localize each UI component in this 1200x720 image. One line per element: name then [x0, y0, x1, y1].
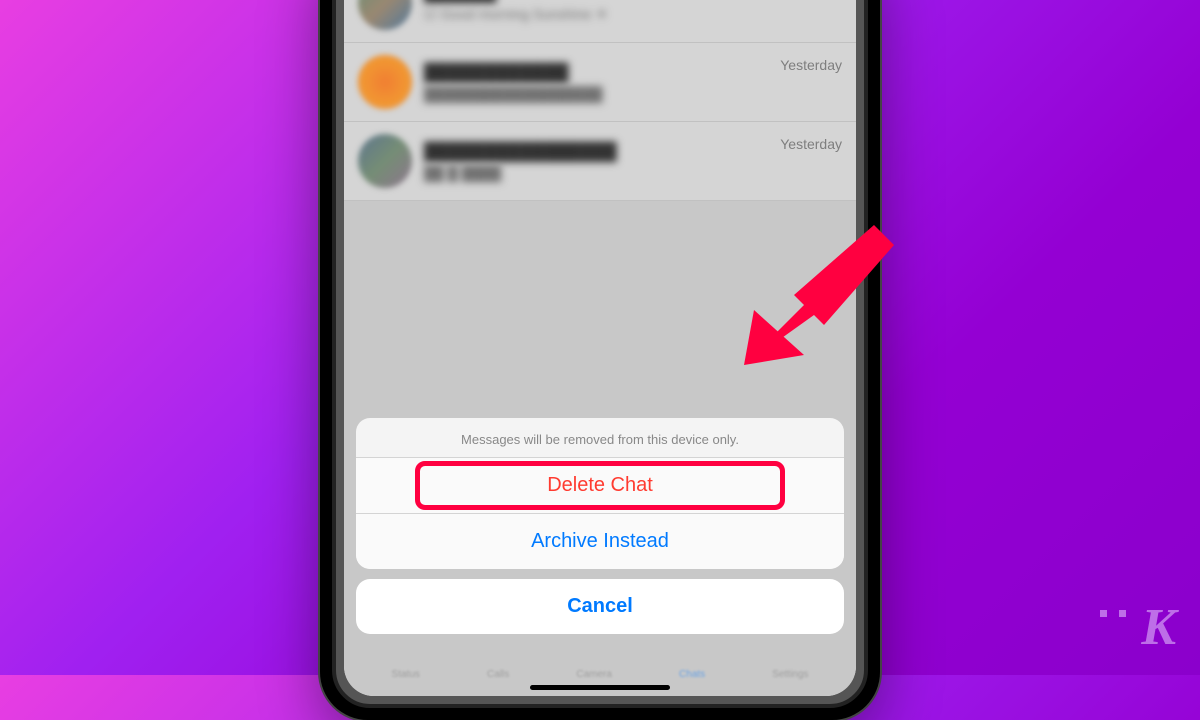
- chat-row[interactable]: ████████████ ██████████████████ Yesterda…: [344, 43, 856, 122]
- avatar: [358, 0, 412, 30]
- phone-bezel: ██████ ☑ Good morning Sunshine ☀ 8:23 AM…: [332, 0, 868, 708]
- avatar: [358, 134, 412, 188]
- chat-name: ██████: [424, 0, 791, 3]
- chat-list: ██████ ☑ Good morning Sunshine ☀ 8:23 AM…: [344, 0, 856, 201]
- chat-preview: ☑ Good morning Sunshine ☀: [424, 6, 791, 23]
- cancel-button[interactable]: Cancel: [356, 579, 844, 634]
- archive-instead-button[interactable]: Archive Instead: [356, 513, 844, 569]
- chat-time: Yesterday: [780, 57, 842, 73]
- archive-label: Archive Instead: [531, 530, 669, 552]
- watermark-dots-icon: [1100, 610, 1126, 617]
- action-sheet: Messages will be removed from this devic…: [356, 418, 844, 634]
- action-sheet-group: Messages will be removed from this devic…: [356, 418, 844, 569]
- cancel-label: Cancel: [567, 595, 633, 617]
- delete-chat-button[interactable]: Delete Chat: [356, 457, 844, 513]
- home-indicator[interactable]: [530, 685, 670, 690]
- chat-row[interactable]: ████████████████ ██ █ ████ Yesterday: [344, 122, 856, 201]
- chat-row[interactable]: ██████ ☑ Good morning Sunshine ☀ 8:23 AM: [344, 0, 856, 43]
- chat-time: Yesterday: [780, 136, 842, 152]
- chat-preview: ██ █ ████: [424, 165, 780, 181]
- avatar: [358, 55, 412, 109]
- sheet-message: Messages will be removed from this devic…: [356, 418, 844, 457]
- delete-chat-label: Delete Chat: [547, 474, 653, 496]
- chat-preview: ██████████████████: [424, 86, 780, 102]
- chat-name: ████████████: [424, 63, 780, 83]
- phone-frame: ██████ ☑ Good morning Sunshine ☀ 8:23 AM…: [320, 0, 880, 720]
- watermark-logo: K: [1141, 598, 1176, 657]
- phone-screen: ██████ ☑ Good morning Sunshine ☀ 8:23 AM…: [344, 0, 856, 696]
- chat-name: ████████████████: [424, 142, 780, 162]
